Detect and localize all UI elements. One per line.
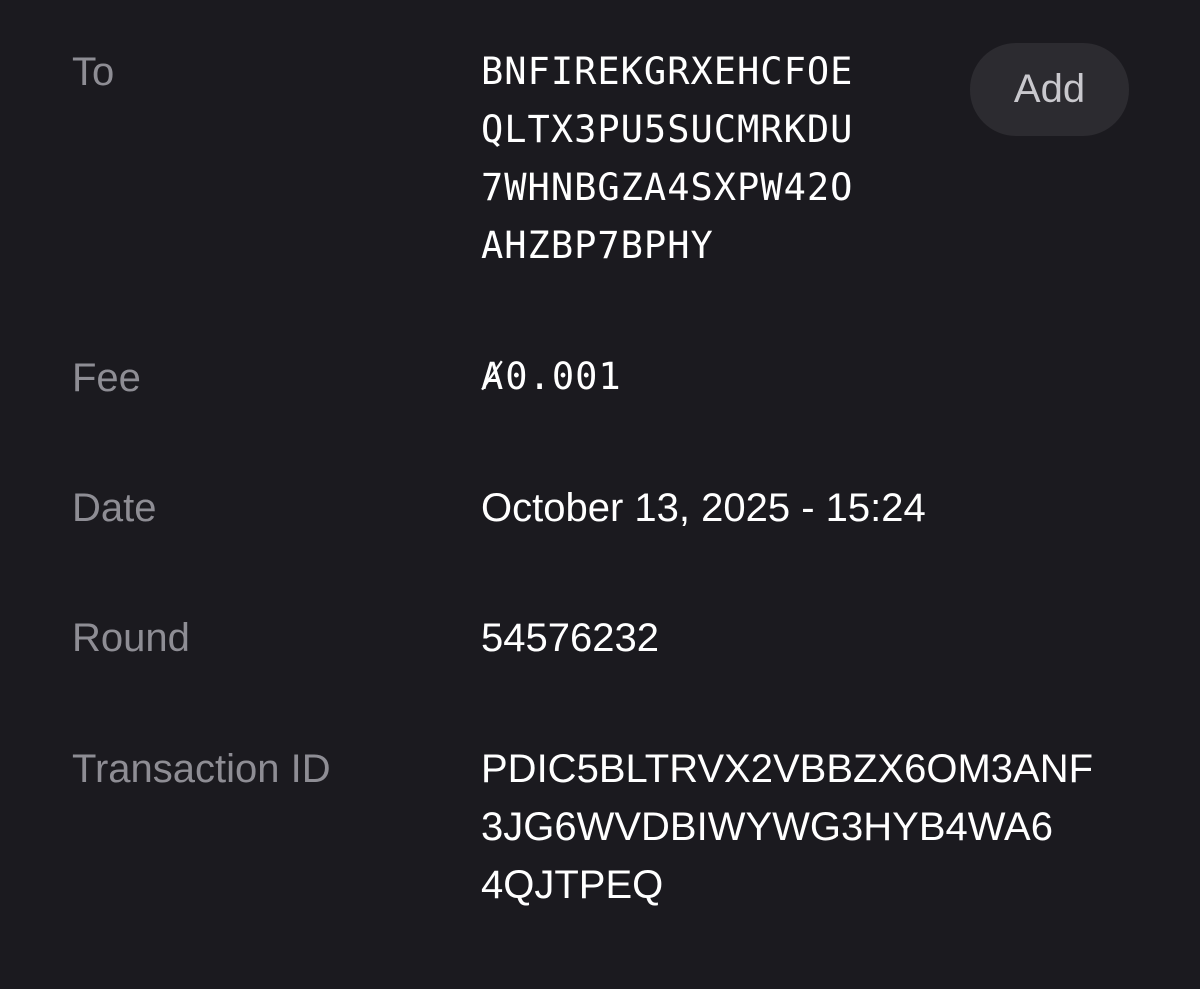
to-address-line: QLTX3PU5SUCMRKDU	[481, 108, 854, 151]
round-label: Round	[72, 616, 190, 660]
to-label: To	[72, 50, 115, 94]
to-address-line: 7WHNBGZA4SXPW42O	[481, 166, 854, 209]
algo-currency-icon: Ⱥ	[481, 355, 505, 398]
transaction-id-line: 4QJTPEQ	[481, 863, 664, 907]
date-value: October 13, 2025 - 15:24	[481, 486, 926, 530]
to-address-line: AHZBP7BPHY	[481, 224, 714, 267]
date-label: Date	[72, 486, 157, 530]
add-contact-button[interactable]: Add	[970, 43, 1129, 136]
fee-value: Ⱥ0.001	[481, 348, 622, 406]
transaction-id-value[interactable]: PDIC5BLTRVX2VBBZX6OM3ANF 3JG6WVDBIWYWG3H…	[481, 740, 1093, 914]
fee-amount: 0.001	[505, 355, 622, 398]
fee-label: Fee	[72, 356, 141, 400]
round-value: 54576232	[481, 616, 659, 660]
transaction-id-line: 3JG6WVDBIWYWG3HYB4WA6	[481, 805, 1053, 849]
to-address: BNFIREKGRXEHCFOE QLTX3PU5SUCMRKDU 7WHNBG…	[481, 43, 853, 275]
transaction-id-label: Transaction ID	[72, 747, 331, 791]
to-address-line: BNFIREKGRXEHCFOE	[481, 50, 854, 93]
transaction-id-line: PDIC5BLTRVX2VBBZX6OM3ANF	[481, 747, 1094, 791]
